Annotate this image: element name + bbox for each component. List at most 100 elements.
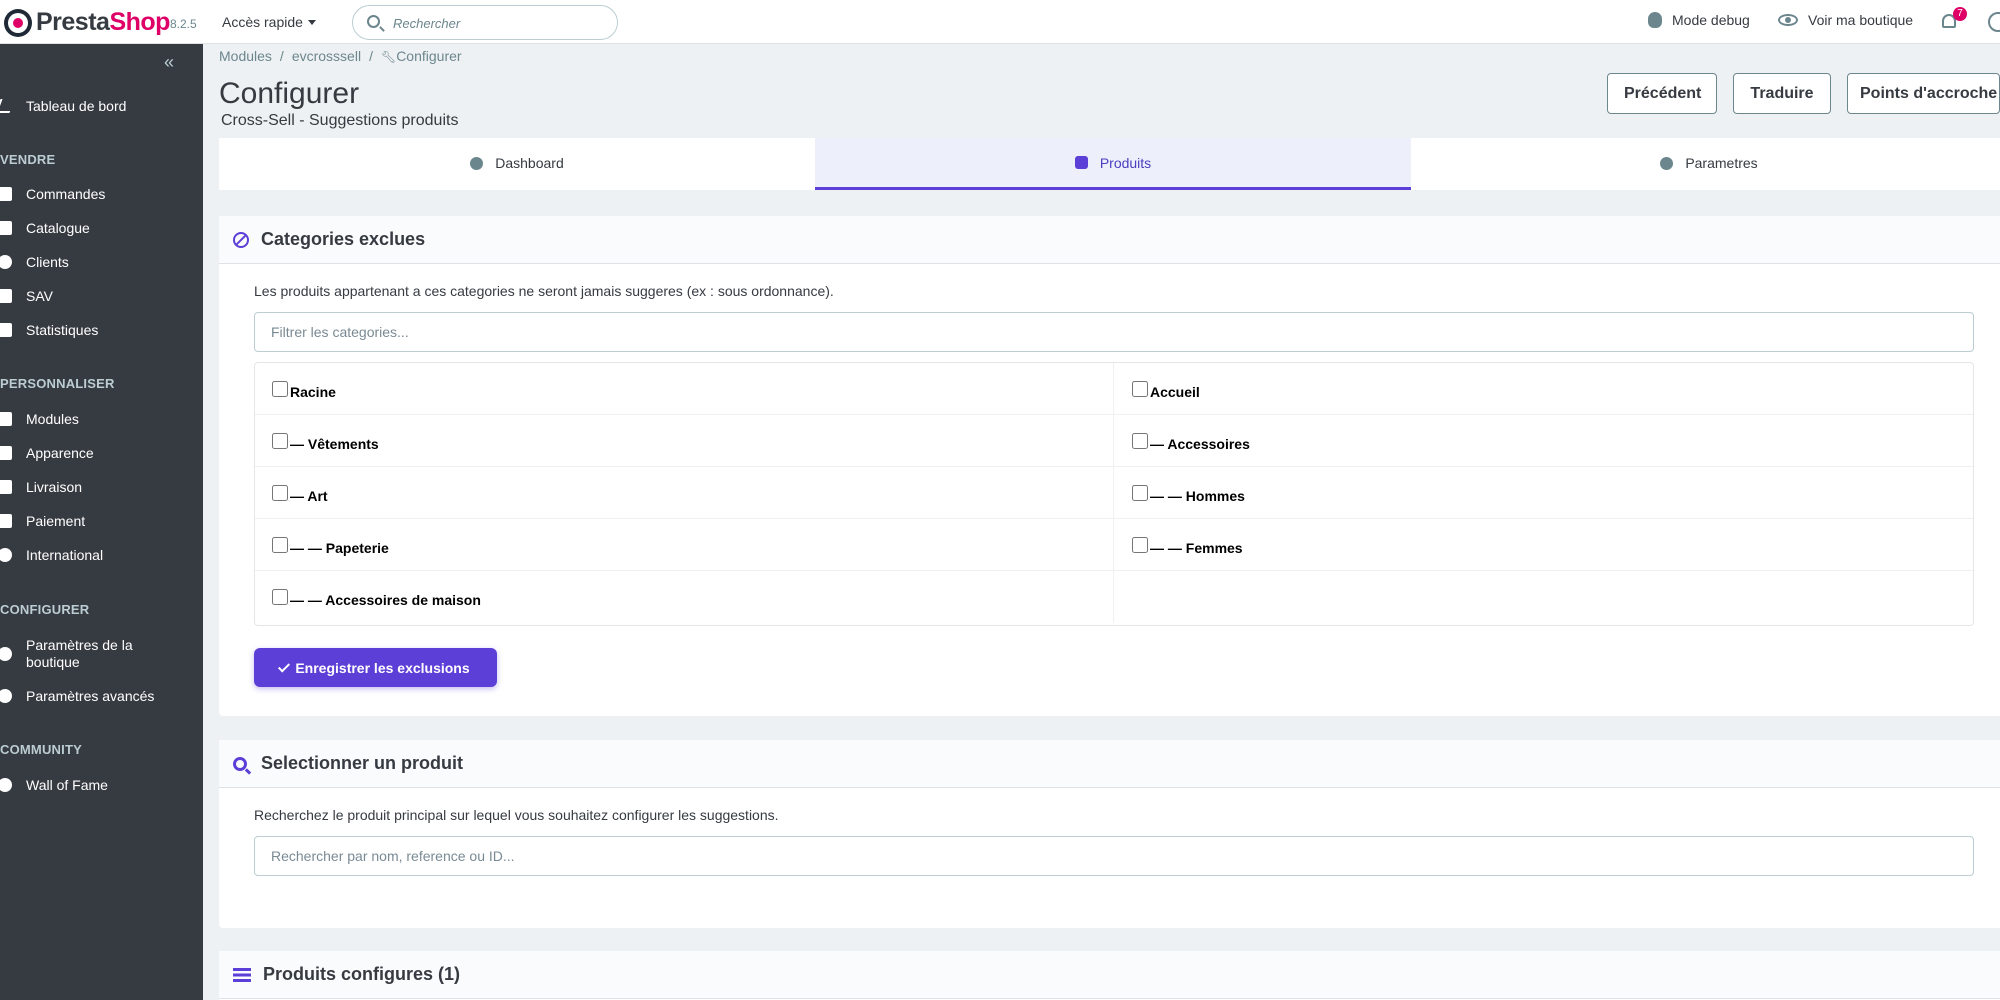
debug-mode-link[interactable]: Mode debug	[1648, 12, 1750, 28]
category-checkbox[interactable]	[1132, 485, 1148, 501]
sidebar-item-label: Paramètres avancés	[26, 687, 155, 704]
account-circle-icon	[0, 255, 12, 269]
chat-icon	[0, 289, 12, 303]
category-label: — — Hommes	[1150, 488, 1245, 504]
sidebar-item-label: Catalogue	[26, 219, 90, 236]
logo-text-main: Presta	[36, 8, 110, 36]
page-subtitle: Cross-Sell - Suggestions produits	[221, 112, 459, 129]
table-row: — Art — — Hommes	[255, 467, 1973, 519]
sidebar-item-sav[interactable]: SAV	[0, 282, 203, 310]
category-item[interactable]: — Accessoires	[1115, 415, 1974, 467]
category-checkbox[interactable]	[1132, 537, 1148, 553]
sidebar-item-shop-params[interactable]: Paramètres de la boutique	[0, 636, 203, 672]
category-label: Racine	[290, 384, 336, 400]
tab-parametres[interactable]: Parametres	[1411, 138, 2000, 190]
sidebar-item-international[interactable]: International	[0, 541, 203, 569]
tab-label: Parametres	[1685, 155, 1758, 171]
sidebar-item-customers[interactable]: Clients	[0, 248, 203, 276]
sidebar-item-orders[interactable]: Commandes	[0, 180, 203, 208]
tab-label: Dashboard	[495, 155, 564, 171]
sidebar-item-catalog[interactable]: Catalogue	[0, 214, 203, 242]
category-item[interactable]: — Art	[255, 467, 1114, 519]
settings-applications-icon	[0, 689, 12, 703]
shopping-basket-icon	[0, 187, 12, 201]
table-row: — — Papeterie — — Femmes	[255, 519, 1973, 571]
configured-products-panel: Produits configures (1)	[219, 951, 2000, 1000]
panel-description: Les produits appartenant a ces categorie…	[254, 283, 834, 299]
sidebar-item-label: Paiement	[26, 512, 86, 529]
version-label: 8.2.5	[170, 17, 197, 31]
credit-card-icon	[0, 514, 12, 528]
category-filter-input[interactable]	[254, 312, 1974, 352]
breadcrumb-item-module[interactable]: evcrosssell	[292, 48, 361, 64]
category-item[interactable]: — — Papeterie	[255, 519, 1114, 571]
category-label: — Art	[290, 488, 328, 504]
header-search[interactable]	[352, 5, 618, 40]
tab-produits[interactable]: Produits	[815, 138, 1411, 190]
search-icon	[367, 15, 380, 28]
category-checkbox[interactable]	[272, 537, 288, 553]
puffin-logo-icon	[4, 8, 32, 37]
save-exclusions-button[interactable]: Enregistrer les exclusions	[254, 648, 497, 687]
wrench-icon: 🔧︎	[380, 50, 397, 64]
sidebar-item-label: International	[26, 546, 104, 563]
logo-text-accent: Shop	[109, 8, 170, 36]
category-checkbox[interactable]	[272, 381, 288, 397]
breadcrumb-item-modules[interactable]: Modules	[219, 48, 272, 64]
category-checkbox[interactable]	[272, 589, 288, 605]
quick-access-label: Accès rapide	[222, 14, 303, 30]
trend-icon	[0, 99, 15, 113]
store-icon	[0, 221, 12, 235]
translate-button[interactable]: Traduire	[1733, 73, 1831, 114]
category-item[interactable]: — — Accessoires de maison	[255, 571, 1114, 623]
category-item[interactable]: Racine	[255, 363, 1114, 415]
save-exclusions-label: Enregistrer les exclusions	[295, 659, 470, 676]
panel-title: Produits configures (1)	[263, 964, 461, 984]
hooks-button[interactable]: Points d'accroche	[1847, 73, 2000, 114]
sidebar-item-advanced-params[interactable]: Paramètres avancés	[0, 682, 203, 710]
category-checkbox[interactable]	[272, 485, 288, 501]
category-item[interactable]: — — Hommes	[1115, 467, 1974, 519]
category-checkbox[interactable]	[1132, 381, 1148, 397]
excluded-categories-panel: Categories exclues Les produits apparten…	[219, 216, 2000, 716]
sidebar-item-dashboard[interactable]: Tableau de bord	[0, 92, 203, 120]
page-title: Configurer	[219, 77, 360, 110]
tab-dashboard[interactable]: Dashboard	[219, 138, 815, 190]
sidebar-item-stats[interactable]: Statistiques	[0, 316, 203, 344]
category-item[interactable]: — — Femmes	[1115, 519, 1974, 571]
category-label: — Accessoires	[1150, 436, 1250, 452]
category-checkbox[interactable]	[272, 433, 288, 449]
user-account-icon[interactable]	[1988, 12, 2000, 32]
previous-button[interactable]: Précédent	[1607, 73, 1717, 114]
category-checkbox[interactable]	[1132, 433, 1148, 449]
sidebar-item-shipping[interactable]: Livraison	[0, 473, 203, 501]
sidebar-item-modules[interactable]: Modules	[0, 405, 203, 433]
globe-icon	[0, 548, 12, 562]
truck-icon	[0, 480, 12, 494]
view-shop-link[interactable]: Voir ma boutique	[1778, 12, 1913, 28]
puzzle-icon	[0, 412, 12, 426]
category-label: — — Accessoires de maison	[290, 592, 481, 608]
empty-cell	[1115, 571, 1974, 623]
product-search-input[interactable]	[254, 836, 1974, 876]
list-icon	[233, 967, 251, 982]
panel-title: Selectionner un produit	[261, 753, 464, 773]
debug-mode-label: Mode debug	[1672, 12, 1750, 28]
sidebar-item-payment[interactable]: Paiement	[0, 507, 203, 535]
search-icon	[233, 756, 247, 771]
header-search-input[interactable]	[393, 13, 603, 33]
sidebar-item-wall-of-fame[interactable]: Wall of Fame	[0, 771, 203, 799]
cogs-icon	[1660, 156, 1674, 170]
desktop-icon	[0, 446, 12, 460]
quick-access-dropdown[interactable]: Accès rapide	[222, 14, 316, 30]
category-item[interactable]: Accueil	[1115, 363, 1974, 415]
category-item[interactable]: — Vêtements	[255, 415, 1114, 467]
view-shop-label: Voir ma boutique	[1808, 12, 1914, 28]
prestashop-logo[interactable]: PrestaShop	[4, 8, 170, 37]
sidebar-item-label: Clients	[26, 253, 69, 270]
collapse-sidebar-icon[interactable]: «	[164, 52, 174, 73]
check-icon	[278, 659, 291, 673]
panel-description: Recherchez le produit principal sur lequ…	[254, 807, 779, 823]
notifications-button[interactable]: 7	[1942, 7, 1967, 30]
sidebar-item-appearance[interactable]: Apparence	[0, 439, 203, 467]
